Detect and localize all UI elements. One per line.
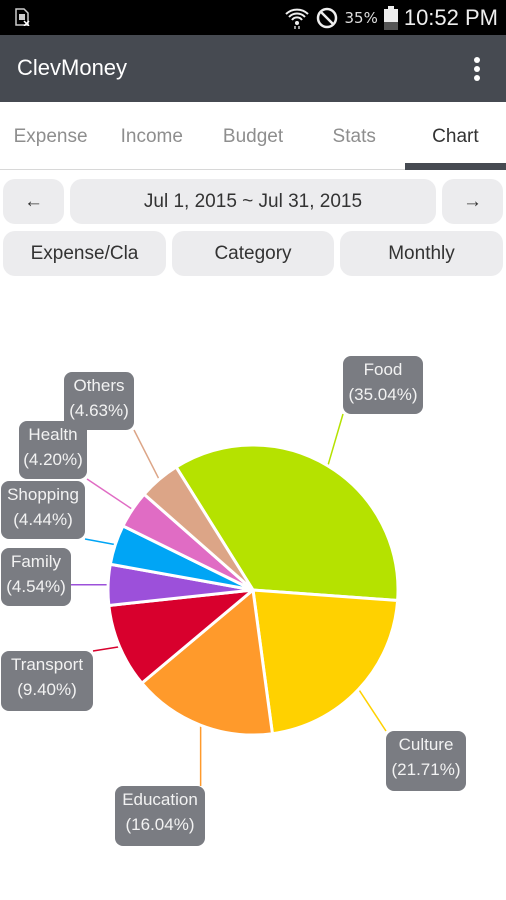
slice-label-percent: (35.04%) [348,385,418,404]
slice-label-education: Education (16.04%) [115,786,205,846]
slice-label-others: Others (4.63%) [64,372,134,430]
slice-label-shopping: Shopping (4.44%) [1,481,85,539]
leader-line-food [327,413,344,467]
slice-label-percent: (21.71%) [391,760,461,779]
slice-label-name: Others [73,376,125,395]
slice-label-name: Shopping [7,485,79,504]
slice-label-percent: (16.04%) [125,815,195,834]
slice-label-name: Culture [398,735,454,754]
slice-label-percent: (4.54%) [6,577,66,596]
slice-label-percent: (4.44%) [13,510,73,529]
slice-label-culture: Culture (21.71%) [386,731,466,791]
slice-label-name: Family [10,552,62,571]
slice-label-name: Transport [10,655,84,674]
slice-label-percent: (9.40%) [17,680,77,699]
slice-label-percent: (4.20%) [23,450,83,469]
leader-line-transport [92,645,120,652]
slice-label-transport: Transport (9.40%) [1,651,93,711]
slice-label-food: Food (35.04%) [343,356,423,414]
slice-label-family: Family (4.54%) [1,548,71,606]
slice-label-percent: (4.63%) [69,401,129,420]
slice-label-name: Food [363,360,403,379]
slice-label-name: Education [122,790,198,809]
leader-line-health [86,478,133,511]
leader-line-shopping [84,538,116,546]
leader-line-others [133,429,160,480]
pie-slice-culture[interactable] [251,588,400,736]
leader-line-culture [358,688,387,732]
